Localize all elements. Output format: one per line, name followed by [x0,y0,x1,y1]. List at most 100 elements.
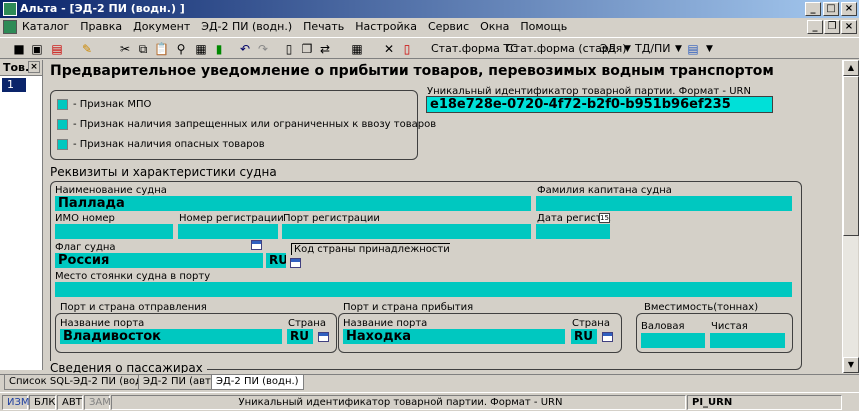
mdi-restore-button[interactable]: ❐ [824,20,840,34]
maximize-button[interactable]: □ [823,2,839,16]
menu-help[interactable]: Помощь [520,20,567,33]
menu-service[interactable]: Сервис [428,20,469,33]
scroll-thumb[interactable] [843,76,859,236]
captain-field[interactable] [536,196,792,211]
scroll-up-icon[interactable]: ▲ [843,60,859,76]
copy-doc-icon[interactable]: ❐ [300,42,314,56]
close-button[interactable]: × [841,2,857,16]
menu-settings[interactable]: Настройка [355,20,417,33]
arrival-country-field[interactable]: RU [571,329,597,344]
mpo-flag-label: - Признак МПО [73,99,152,110]
menu-ed2-pi[interactable]: ЭД-2 ПИ (водн.) [201,20,292,33]
goods-panel: Тов. × 1 [0,60,43,370]
td-pi-dropdown-icon[interactable]: ▼ [675,40,682,58]
arrival-port-field[interactable]: Находка [343,329,565,344]
departure-port-label: Название порта [60,318,145,329]
tab-ed2-water[interactable]: ЭД-2 ПИ (водн.) [211,375,304,390]
save-icon[interactable]: ■ [12,42,26,56]
scroll-down-icon[interactable]: ▼ [843,357,859,373]
imo-field[interactable] [55,224,173,239]
flag-label: Флаг судна [55,242,116,253]
status-message: Уникальный идентификатор товарной партии… [111,395,686,410]
prohibited-goods-checkbox[interactable] [57,119,68,130]
minimize-button[interactable]: _ [805,2,821,16]
reg-number-field[interactable] [178,224,278,239]
document-icon[interactable] [3,20,17,34]
vertical-scrollbar[interactable]: ▲ ▼ [842,60,859,373]
status-blk: БЛК [29,395,56,410]
cut-icon[interactable]: ✂ [118,42,132,56]
country-code-label: Код страны принадлежности [291,243,450,255]
mdi-minimize-button[interactable]: _ [807,20,823,34]
menu-catalog[interactable]: Каталог [22,20,69,33]
capacity-panel: Валовая Чистая [636,313,793,353]
print-icon[interactable]: ▤ [50,42,64,56]
arrival-country-lookup-icon[interactable] [602,332,613,342]
mpo-flag-checkbox[interactable] [57,99,68,110]
td-pi-button[interactable]: ТД/ПИ [635,40,671,58]
goods-item[interactable]: 1 [2,78,26,92]
reg-date-field[interactable] [536,224,610,239]
country-code-field[interactable]: RU [266,253,286,268]
vessel-name-field[interactable]: Паллада [55,196,531,211]
flag-lookup-icon[interactable] [251,240,262,250]
window-titlebar[interactable]: Альта - [ЭД-2 ПИ (водн.) ] _ □ × [0,0,859,18]
export-icon[interactable]: ▤ [686,42,700,56]
paste-icon[interactable]: 📋 [154,42,169,56]
dangerous-goods-checkbox[interactable] [57,139,68,150]
departure-port-field[interactable]: Владивосток [60,329,282,344]
arrival-title: Порт и страна прибытия [343,302,474,313]
new-icon[interactable]: ▯ [282,42,296,56]
mdi-close-button[interactable]: × [841,20,857,34]
net-field[interactable] [710,333,785,348]
save-all-icon[interactable]: ▣ [30,42,44,56]
menu-edit[interactable]: Правка [80,20,122,33]
find-icon[interactable]: ⚲ [174,42,188,56]
arrival-port-label: Название порта [343,318,428,329]
ed-button[interactable]: ЭД [600,40,616,58]
grid-icon[interactable]: ▦ [350,42,364,56]
departure-title: Порт и страна отправления [60,302,207,313]
wand-icon[interactable]: ✎ [80,42,94,56]
status-field-name: PI_URN [687,395,842,410]
capacity-title: Вместимость(тоннах) [644,302,759,313]
delete-icon[interactable]: ✕ [382,42,396,56]
export-dropdown-icon[interactable]: ▼ [706,40,713,58]
stat-form-ts-button[interactable]: Стат.форма ТС [431,40,518,58]
document-title: Предварительное уведомление о прибытии т… [50,63,774,79]
menu-windows[interactable]: Окна [480,20,509,33]
berth-label: Место стоянки судна в порту [55,271,211,282]
flags-panel: - Признак МПО - Признак наличия запрещен… [50,90,436,160]
captain-label: Фамилия капитана судна [537,185,672,196]
copy-icon[interactable]: ⧉ [136,42,150,56]
app-icon [3,2,17,16]
reg-port-field[interactable] [282,224,531,239]
flag-field[interactable]: Россия [55,253,263,268]
redo-icon[interactable]: ↷ [256,42,270,56]
vessel-panel: Наименование судна Паллада Фамилия капит… [50,181,802,370]
passengers-section-title: Сведения о пассажирах [50,361,207,373]
dangerous-goods-label: - Признак наличия опасных товаров [73,139,265,150]
undo-icon[interactable]: ↶ [238,42,252,56]
country-code-lookup-icon[interactable] [290,258,301,268]
ed-dropdown-icon[interactable]: ▼ [624,40,631,58]
doc-error-icon[interactable]: ▯ [400,42,414,56]
departure-country-field[interactable]: RU [287,329,313,344]
prohibited-goods-label: - Признак наличия запрещенных или ограни… [73,119,437,130]
calendar-icon[interactable]: 15 [599,213,610,223]
net-label: Чистая [711,321,748,332]
berth-field[interactable] [55,282,792,297]
goods-panel-close-icon[interactable]: × [28,61,40,73]
arrival-country-label: Страна [572,318,610,329]
book-icon[interactable]: ▮ [212,42,226,56]
gross-field[interactable] [641,333,705,348]
toolbar: ■ ▣ ▤ ✎ ✂ ⧉ 📋 ⚲ ▦ ▮ ↶ ↷ ▯ ❐ ⇄ ▦ ✕ ▯ Стат… [0,37,859,59]
departure-country-lookup-icon[interactable] [318,332,329,342]
menu-document[interactable]: Документ [133,20,190,33]
menu-print[interactable]: Печать [303,20,344,33]
window-title: Альта - [ЭД-2 ПИ (водн.) ] [20,2,185,15]
urn-field[interactable]: e18e728e-0720-4f72-b2f0-b951b96ef235 [426,96,773,113]
departure-panel: Название порта Владивосток Страна RU [55,313,337,353]
table-icon[interactable]: ▦ [194,42,208,56]
open-icon[interactable]: ⇄ [318,42,332,56]
